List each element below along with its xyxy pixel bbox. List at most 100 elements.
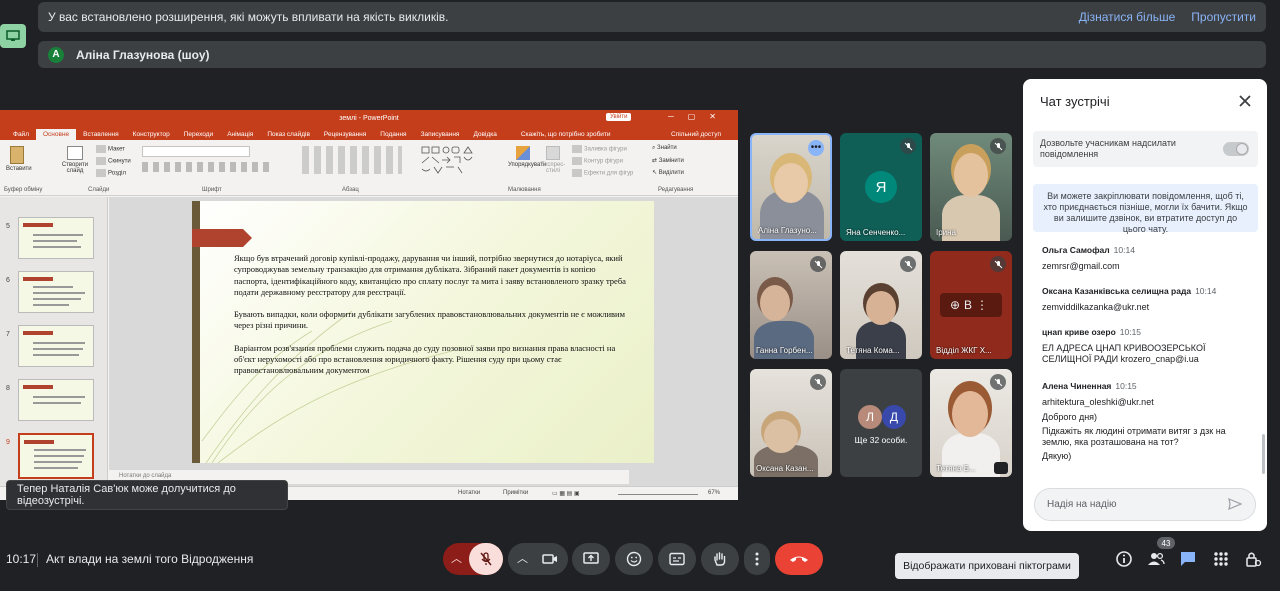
slide-text-box[interactable]: Якщо був втрачений договір купівлі-прода… [234, 253, 630, 388]
arrange-button[interactable]: Упорядкувати [508, 146, 546, 168]
tab-help[interactable]: Довідка [466, 129, 503, 140]
send-icon[interactable] [1228, 497, 1242, 511]
tab-animation[interactable]: Анімація [220, 129, 260, 140]
comments-toggle[interactable]: Примітки [503, 490, 528, 496]
participant-tile[interactable]: ⊕B⋮ Відділ ЖКГ Х... [930, 251, 1012, 359]
shape-fill-button[interactable]: Заливка фігури [572, 145, 627, 153]
share-button[interactable]: Спільний доступ [664, 129, 728, 140]
reactions-button[interactable] [615, 543, 653, 575]
thumb-number: 9 [6, 439, 10, 446]
message-text: Підкажіть як людині отримати витяг з дзк… [1042, 426, 1226, 447]
tab-design[interactable]: Конструктор [126, 129, 177, 140]
layout-button[interactable]: Макет [96, 145, 125, 153]
tab-review[interactable]: Рецензування [317, 129, 373, 140]
participant-tile[interactable]: Оксана Казан... [750, 369, 832, 477]
quick-styles-icon [546, 146, 560, 160]
slide-thumbnail[interactable] [18, 379, 94, 421]
captions-button[interactable] [658, 543, 696, 575]
message-text: zemrsr@gmail.com [1042, 261, 1120, 271]
paste-button[interactable]: Вставити [6, 146, 32, 172]
allow-messages-toggle[interactable] [1223, 142, 1249, 156]
shape-effects-button[interactable]: Ефекти для фігур [572, 169, 633, 177]
more-options-icon[interactable]: ••• [808, 140, 824, 156]
shape-outline-button[interactable]: Контур фігури [572, 157, 623, 165]
present-screen-button[interactable] [572, 543, 610, 575]
tab-file[interactable]: Файл [6, 129, 36, 140]
chat-message: Оксана Казанківська селищна рада 10:14 ze… [1042, 286, 1252, 313]
mic-options-chevron-icon[interactable]: ︿ [451, 550, 462, 566]
camera-options-chevron-icon[interactable]: ︿ [517, 550, 528, 566]
participant-tile[interactable]: ••• Аліна Глазуно... [750, 133, 832, 241]
tab-transitions[interactable]: Переходи [177, 129, 220, 140]
zoom-slider[interactable] [618, 494, 698, 495]
tab-insert[interactable]: Вставлення [76, 129, 126, 140]
slide-thumbnail-active[interactable] [18, 433, 94, 479]
thumb-number: 8 [6, 385, 10, 392]
tell-me-input[interactable]: Скажіть, що потрібно зробити [514, 129, 618, 140]
mic-off-icon [990, 256, 1006, 272]
close-icon[interactable] [1237, 93, 1253, 109]
tab-home[interactable]: Основне [35, 129, 77, 140]
people-icon[interactable] [1147, 550, 1165, 568]
window-controls-icon[interactable]: ─▢✕ [668, 112, 730, 121]
zoom-level[interactable]: 67% [708, 490, 720, 496]
chat-scrollbar[interactable] [1262, 434, 1265, 474]
tab-record[interactable]: Записування [414, 129, 467, 140]
view-buttons-icon[interactable]: ▭ ▦ ▤ ▣ [552, 490, 580, 497]
hidden-icons-tooltip: Відображати приховані піктограми [895, 553, 1079, 579]
extensions-warning-text: У вас встановлено розширення, які можуть… [48, 10, 449, 24]
new-slide-label: Створити слайд [61, 162, 89, 174]
leave-call-button[interactable] [775, 543, 823, 575]
paragraph-buttons[interactable] [302, 146, 402, 174]
participant-name: Ганна Горбен... [756, 346, 813, 355]
more-participants-tile[interactable]: Л Д Ще 32 особи. [840, 369, 922, 477]
find-button[interactable]: ⌕ Знайти [652, 145, 677, 152]
participant-tile[interactable]: Тетяна Кома... [840, 251, 922, 359]
chat-icon[interactable] [1179, 550, 1197, 568]
slide-thumbnail[interactable] [18, 325, 94, 367]
tab-slideshow[interactable]: Показ слайдів [260, 129, 317, 140]
new-slide-button[interactable]: Створити слайд [60, 146, 90, 174]
mic-off-button[interactable] [469, 543, 503, 575]
activities-grid-icon[interactable] [1212, 550, 1230, 568]
group-drawing: Малювання [508, 187, 541, 193]
participant-tile[interactable]: Тетяна Б... [930, 369, 1012, 477]
quick-styles-button[interactable]: Експрес-стилі [540, 146, 566, 174]
group-clipboard: Буфер обміну [4, 187, 43, 193]
slide-thumbnail[interactable] [18, 217, 94, 259]
shapes-gallery[interactable] [420, 145, 496, 175]
participant-tile[interactable]: Ірина [930, 133, 1012, 241]
more-options-button[interactable] [744, 543, 770, 575]
replace-button[interactable]: ⇄ Замінити [652, 157, 684, 164]
present-mode-icon[interactable] [0, 24, 26, 48]
font-format-buttons[interactable] [142, 162, 272, 172]
participant-tile[interactable]: Ганна Горбен... [750, 251, 832, 359]
thumb-number: 7 [6, 331, 10, 338]
mic-off-icon [900, 138, 916, 154]
notes-toggle[interactable]: Нотатки [458, 490, 480, 496]
participant-controls-overlay[interactable]: ⊕B⋮ [940, 293, 1002, 317]
participant-tile[interactable]: Я Яна Сенченко... [840, 133, 922, 241]
participant-avatar: Я [865, 171, 897, 203]
slide-thumbnail[interactable] [18, 271, 94, 313]
select-button[interactable]: ↖ Виділити [652, 169, 684, 176]
reset-button[interactable]: Скинути [96, 157, 131, 165]
raise-hand-button[interactable] [701, 543, 739, 575]
camera-icon[interactable] [542, 552, 558, 566]
info-icon[interactable] [1115, 550, 1133, 568]
select-icon: ↖ [652, 170, 659, 176]
presenting-banner: A Аліна Глазунова (шоу) [38, 41, 1266, 68]
section-button[interactable]: Розділ [96, 169, 126, 177]
chat-message-input[interactable]: Надія на надію [1034, 488, 1256, 521]
tab-view[interactable]: Подання [373, 129, 413, 140]
font-name-select[interactable] [142, 146, 250, 157]
message-time: 10:14 [1195, 286, 1217, 296]
skip-link[interactable]: Пропустити [1191, 10, 1256, 24]
host-controls-lock-icon[interactable] [1244, 550, 1262, 568]
extensions-banner: У вас встановлено розширення, які можуть… [38, 2, 1266, 32]
divider [37, 553, 38, 567]
ppt-signin-button[interactable]: Увійти [606, 113, 632, 121]
current-slide[interactable]: Якщо був втрачений договір купівлі-прода… [192, 201, 654, 463]
participant-name: Тетяна Кома... [846, 346, 900, 355]
learn-more-link[interactable]: Дізнатися більше [1079, 10, 1175, 24]
